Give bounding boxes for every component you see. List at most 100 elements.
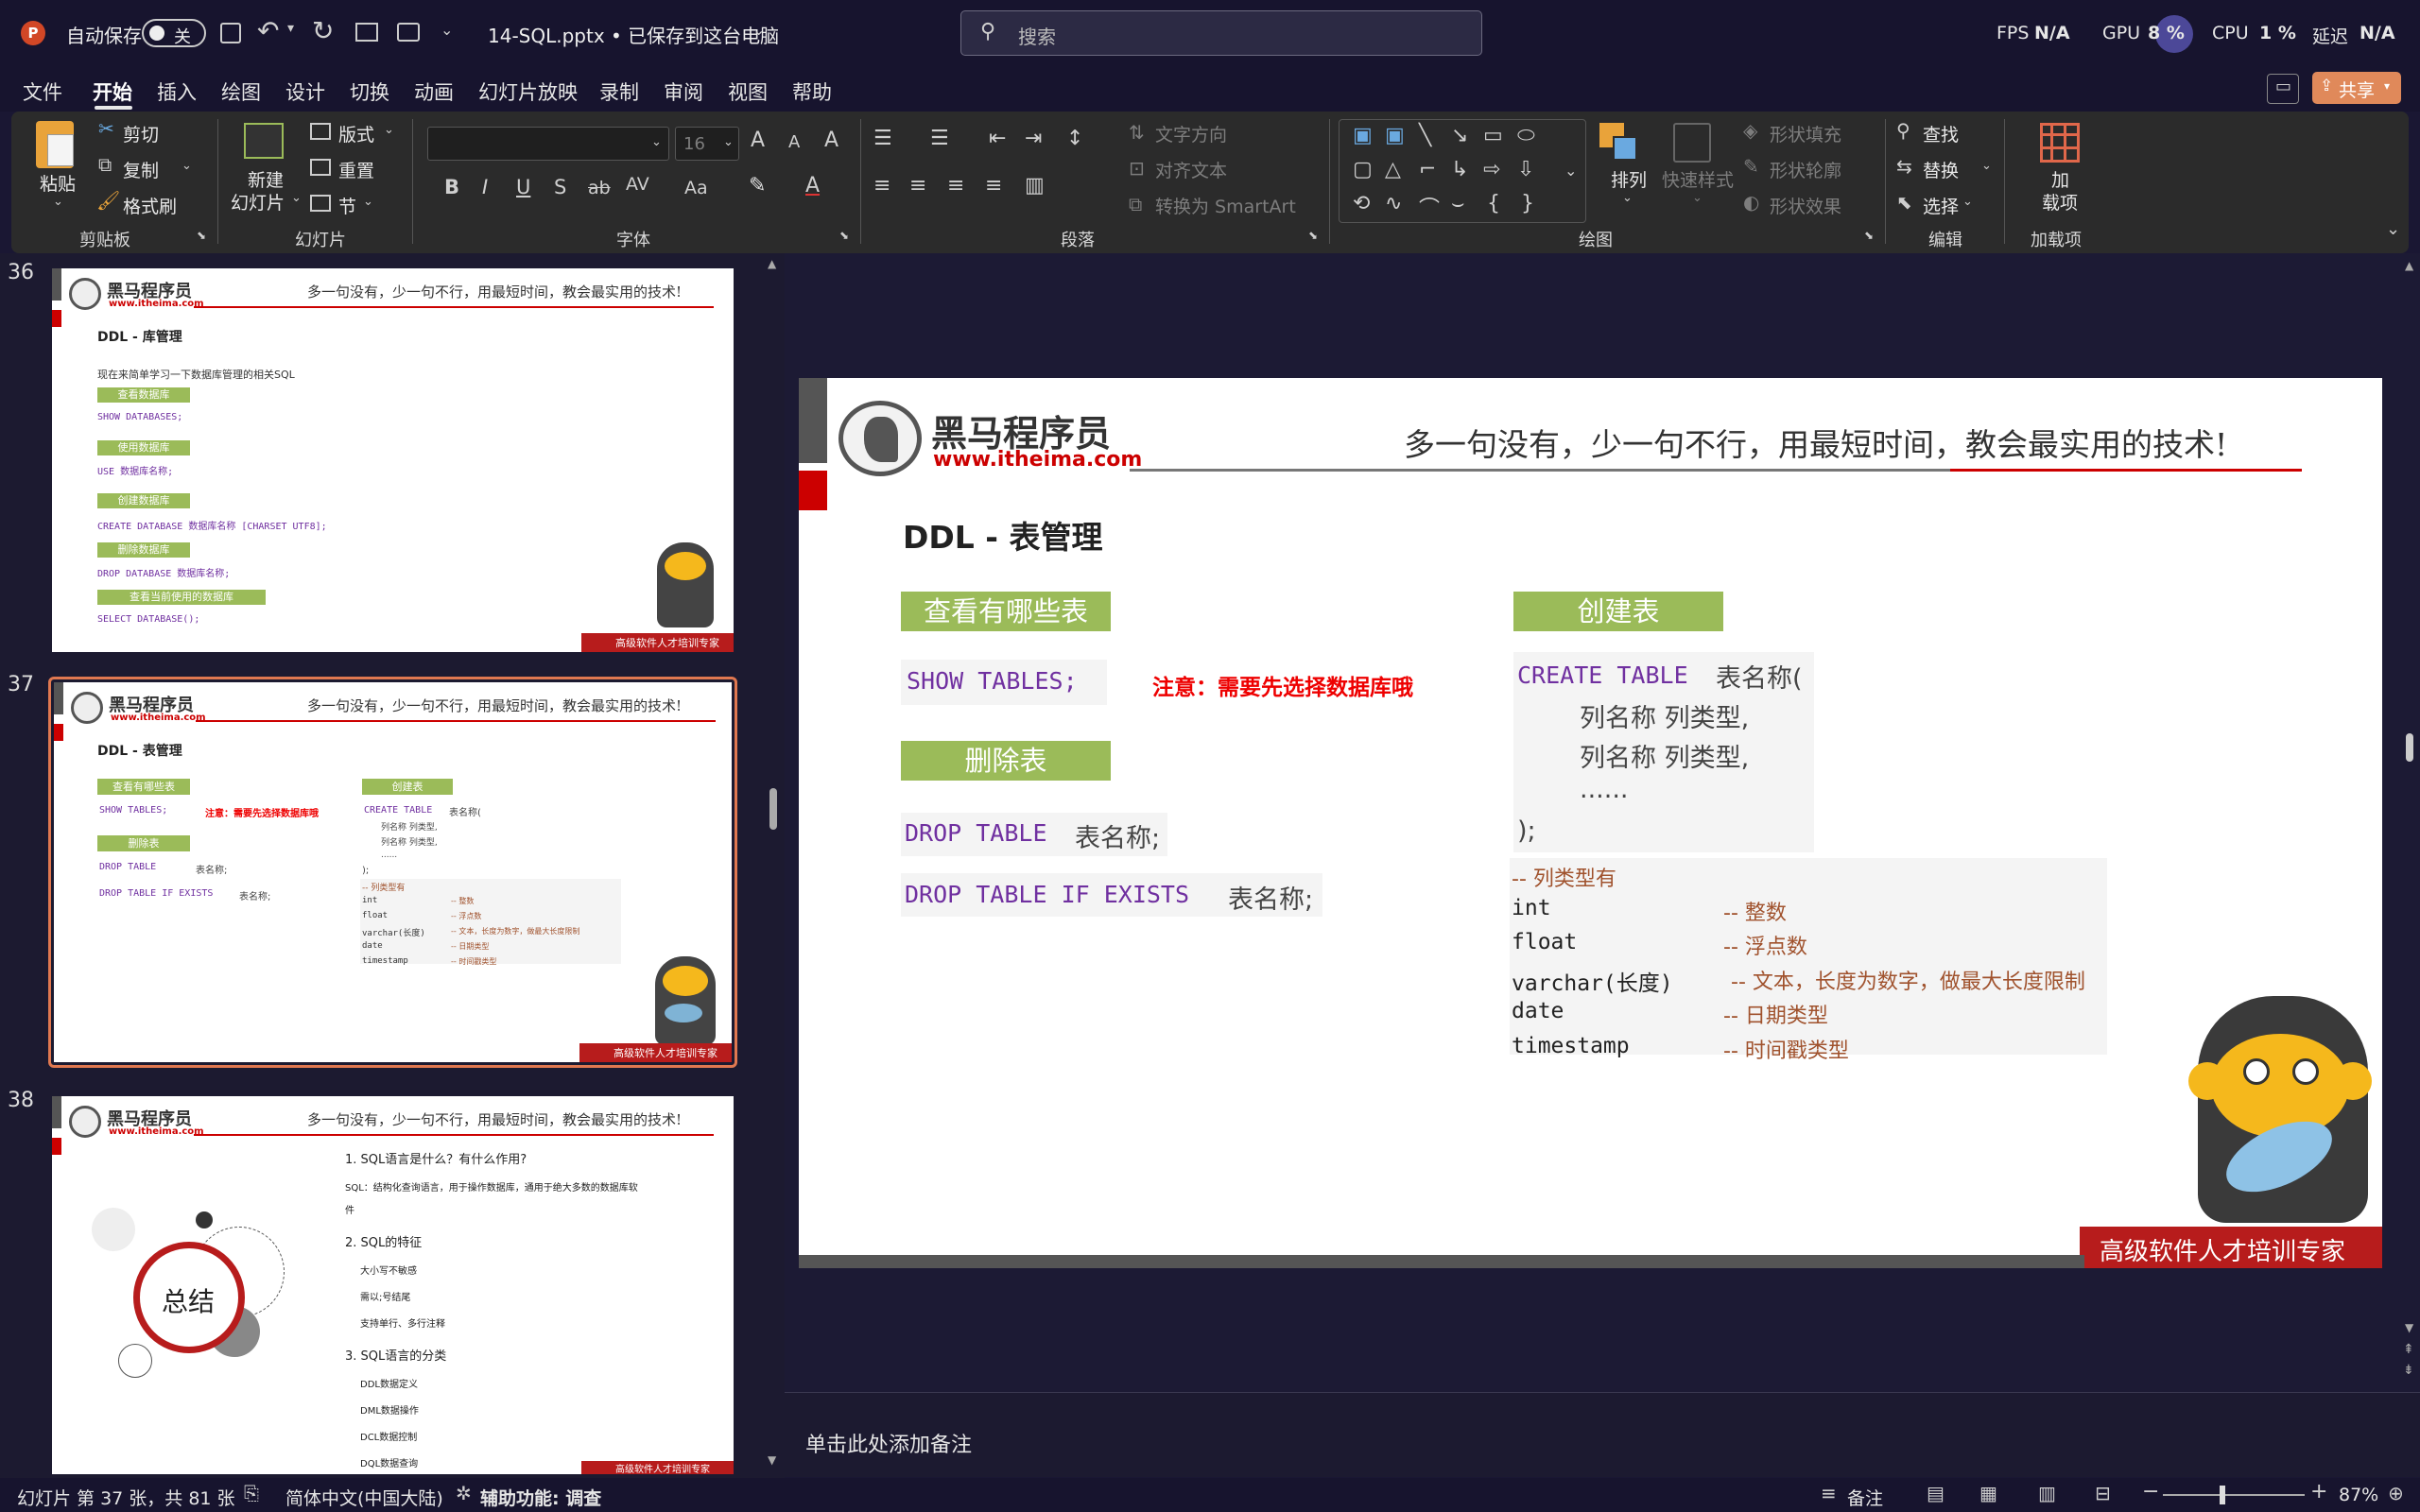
justify-icon[interactable]: ≡ bbox=[985, 174, 1002, 198]
select-chevron-icon[interactable]: ⌄ bbox=[1962, 195, 1973, 209]
gallery-more-icon[interactable]: ⌄ bbox=[1564, 162, 1577, 180]
shrink-font-icon[interactable]: A bbox=[788, 132, 800, 152]
layout-label[interactable]: 版式 bbox=[338, 121, 374, 146]
find-label[interactable]: 查找 bbox=[1923, 121, 1959, 146]
previous-slide-icon[interactable]: ⇞ bbox=[2403, 1342, 2414, 1357]
notes-toggle[interactable]: 备注 bbox=[1847, 1485, 1883, 1510]
zoom-slider-thumb[interactable] bbox=[2220, 1486, 2225, 1504]
new-slide-chevron-icon[interactable]: ⌄ bbox=[291, 191, 302, 205]
paste-label[interactable]: 粘贴 bbox=[40, 170, 76, 196]
spell-check-icon[interactable]: ⎘ bbox=[244, 1482, 259, 1504]
left-brace-shape-icon[interactable]: { bbox=[1487, 192, 1500, 215]
autosave-toggle[interactable]: 关 bbox=[142, 19, 206, 47]
comments-button[interactable]: ▭ bbox=[2267, 74, 2299, 104]
menu-draw[interactable]: 绘图 bbox=[221, 77, 261, 106]
layout-icon[interactable] bbox=[310, 123, 331, 140]
scroll-up-icon[interactable]: ▲ bbox=[768, 257, 776, 270]
italic-icon[interactable]: I bbox=[482, 176, 488, 198]
format-painter-icon[interactable]: 🖌 bbox=[96, 189, 120, 212]
replace-label[interactable]: 替换 bbox=[1923, 157, 1959, 182]
current-slide[interactable]: 黑马程序员 www.itheima.com 多一句没有，少一句不行，用最短时间，… bbox=[799, 378, 2382, 1268]
elbow-connector-icon[interactable]: ⌐ bbox=[1419, 158, 1436, 181]
section-icon[interactable] bbox=[310, 195, 331, 212]
select-label[interactable]: 选择 bbox=[1923, 193, 1959, 218]
copy-icon[interactable]: ⧉ bbox=[98, 153, 112, 176]
thumbnail-scrollbar[interactable]: ▲ ▼ bbox=[764, 253, 783, 1472]
new-slide-icon[interactable] bbox=[244, 123, 284, 159]
font-name-select[interactable]: ⌄ bbox=[427, 127, 669, 161]
slide-sorter-icon[interactable]: ▦ bbox=[1979, 1482, 1997, 1504]
align-right-icon[interactable]: ≡ bbox=[947, 174, 964, 198]
scroll-up-icon[interactable]: ▲ bbox=[2405, 259, 2413, 272]
menu-file[interactable]: 文件 bbox=[23, 77, 62, 106]
menu-record[interactable]: 录制 bbox=[599, 77, 639, 106]
triangle-shape-icon[interactable]: △ bbox=[1385, 158, 1401, 181]
line-spacing-icon[interactable]: ↕ bbox=[1066, 127, 1083, 150]
right-brace-shape-icon[interactable]: } bbox=[1521, 192, 1534, 215]
replace-icon[interactable]: ⇆ bbox=[1896, 155, 1912, 178]
cut-icon[interactable]: ✂ bbox=[98, 117, 114, 140]
present-icon[interactable] bbox=[355, 23, 378, 42]
zoom-in-icon[interactable]: + bbox=[2310, 1480, 2327, 1503]
normal-view-icon[interactable]: ▤ bbox=[1927, 1482, 1945, 1504]
numbering-icon[interactable]: ☰ bbox=[930, 127, 949, 150]
vertical-textbox-shape-icon[interactable]: ▣ bbox=[1385, 124, 1405, 147]
share-button[interactable]: ⇪ 共享 ▾ bbox=[2312, 72, 2401, 104]
redo-icon[interactable]: ↻ bbox=[312, 15, 334, 46]
drawing-launcher-icon[interactable]: ⬊ bbox=[1864, 229, 1874, 242]
font-color-icon[interactable]: A bbox=[805, 174, 820, 198]
align-left-icon[interactable]: ≡ bbox=[873, 174, 890, 198]
file-name[interactable]: 14-SQL.pptx • 已保存到这台电脑 bbox=[488, 21, 779, 48]
scroll-down-icon[interactable]: ▼ bbox=[768, 1453, 776, 1467]
menu-help[interactable]: 帮助 bbox=[792, 77, 832, 106]
fit-to-window-icon[interactable]: ⊕ bbox=[2388, 1482, 2404, 1504]
rectangle-shape-icon[interactable]: ▭ bbox=[1483, 124, 1503, 147]
next-slide-icon[interactable]: ⇟ bbox=[2403, 1363, 2414, 1378]
line-shape-icon[interactable]: ╲ bbox=[1419, 124, 1431, 147]
menu-insert[interactable]: 插入 bbox=[157, 77, 197, 106]
clear-formatting-icon[interactable]: A bbox=[824, 129, 838, 152]
new-slide-label-2[interactable]: 幻灯片 bbox=[231, 189, 285, 215]
paste-icon[interactable] bbox=[36, 121, 74, 168]
font-launcher-icon[interactable]: ⬊ bbox=[839, 229, 849, 242]
zoom-out-icon[interactable]: − bbox=[2142, 1480, 2159, 1503]
reset-label[interactable]: 重置 bbox=[338, 157, 374, 182]
reset-icon[interactable] bbox=[310, 159, 331, 176]
slide-counter[interactable]: 幻灯片 第 37 张，共 81 张 bbox=[17, 1485, 235, 1510]
paragraph-launcher-icon[interactable]: ⬊ bbox=[1308, 229, 1318, 242]
layout-chevron-icon[interactable]: ⌄ bbox=[384, 123, 394, 137]
menu-view[interactable]: 视图 bbox=[728, 77, 768, 106]
strikethrough-icon[interactable]: ab bbox=[588, 178, 611, 198]
undo-dropdown-icon[interactable]: ▾ bbox=[287, 21, 294, 36]
decrease-indent-icon[interactable]: ⇤ bbox=[989, 127, 1006, 150]
section-chevron-icon[interactable]: ⌄ bbox=[363, 195, 373, 209]
search-box[interactable]: ⚲ 搜索 bbox=[960, 10, 1482, 56]
arrange-chevron-icon[interactable]: ⌄ bbox=[1622, 191, 1633, 205]
menu-transitions[interactable]: 切换 bbox=[350, 77, 389, 106]
clipboard-launcher-icon[interactable]: ⬊ bbox=[197, 229, 206, 242]
change-case-icon[interactable]: Aa bbox=[684, 178, 708, 198]
undo-icon[interactable]: ↶ bbox=[257, 15, 279, 46]
arc-shape-icon[interactable]: ⌒ bbox=[1419, 192, 1440, 222]
curve-shape-icon[interactable]: ⌣ bbox=[1451, 192, 1464, 215]
copy-chevron-icon[interactable]: ⌄ bbox=[182, 159, 192, 173]
textbox-shape-icon[interactable]: ▣ bbox=[1353, 124, 1373, 147]
slide-thumbnail-36[interactable]: 黑马程序员 www.itheima.com 多一句没有，少一句不行，用最短时间，… bbox=[52, 268, 734, 652]
accessibility-status[interactable]: 辅助功能: 调查 bbox=[480, 1485, 601, 1510]
zoom-slider-track[interactable] bbox=[2163, 1494, 2305, 1496]
slide-thumbnail-38[interactable]: 黑马程序员 www.itheima.com 多一句没有，少一句不行，用最短时间，… bbox=[52, 1096, 734, 1474]
down-arrow-shape-icon[interactable]: ⇩ bbox=[1517, 158, 1534, 181]
menu-animations[interactable]: 动画 bbox=[414, 77, 454, 106]
bullets-icon[interactable]: ☰ bbox=[873, 127, 892, 150]
zoom-level[interactable]: 87% bbox=[2339, 1485, 2378, 1505]
editor-vertical-scrollbar[interactable]: ▲ ▼ ⇞ ⇟ bbox=[2399, 253, 2420, 1387]
addins-label-1[interactable]: 加 bbox=[2051, 166, 2069, 192]
save-icon[interactable] bbox=[220, 23, 241, 43]
elbow-arrow-icon[interactable]: ↳ bbox=[1451, 158, 1468, 181]
slideshow-view-icon[interactable]: ⊟ bbox=[2095, 1482, 2111, 1504]
addins-icon[interactable] bbox=[2040, 123, 2080, 163]
collapse-ribbon-icon[interactable]: ⌄ bbox=[2386, 219, 2400, 239]
customize-toolbar-icon[interactable]: ⌄ bbox=[441, 21, 453, 39]
notes-placeholder[interactable]: 单击此处添加备注 bbox=[805, 1428, 972, 1458]
copy-label[interactable]: 复制 bbox=[123, 157, 159, 182]
